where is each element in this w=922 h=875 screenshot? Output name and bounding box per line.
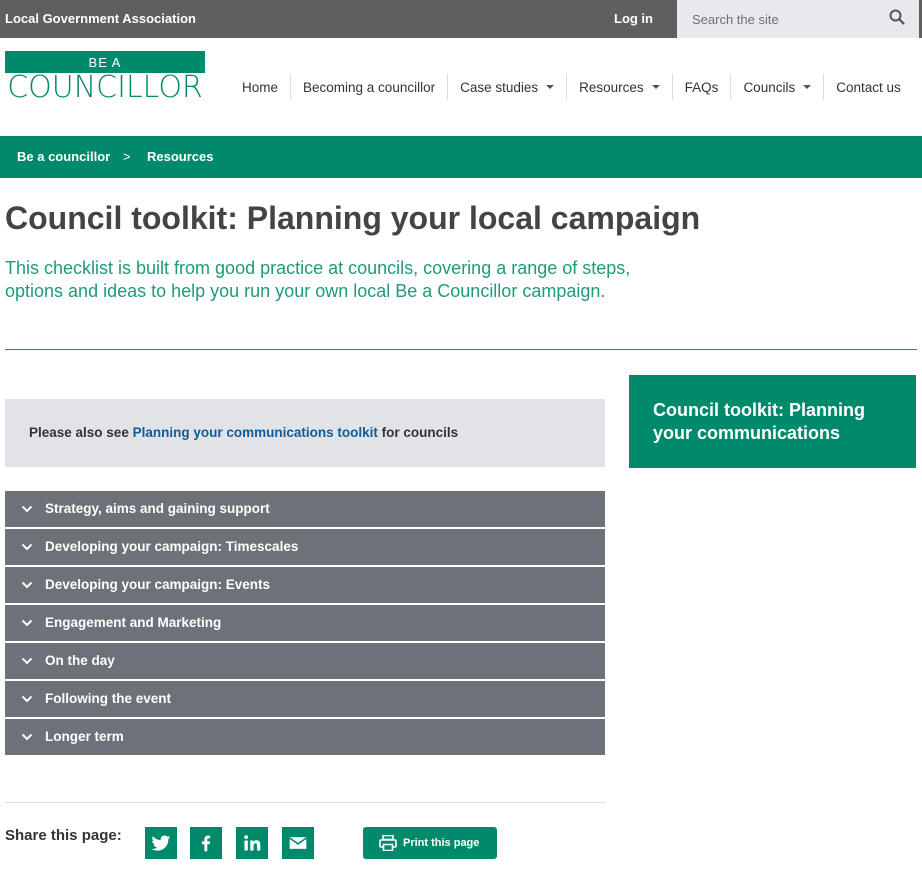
- chevron-down-icon: [21, 733, 33, 741]
- caret-down-icon: [546, 85, 555, 89]
- search-input[interactable]: [677, 0, 877, 38]
- accordion-label: Developing your campaign: Timescales: [45, 539, 299, 554]
- top-bar: Local Government Association Log in: [0, 0, 922, 38]
- linkedin-icon: [244, 835, 261, 851]
- caret-down-icon: [803, 85, 812, 89]
- nav-label: Home: [242, 79, 279, 95]
- accordion-item-engagement[interactable]: Engagement and Marketing: [5, 605, 605, 643]
- accordion-label: Following the event: [45, 691, 172, 706]
- nav-label: Resources: [579, 79, 644, 95]
- notice-box: Please also see Planning your communicat…: [5, 399, 605, 467]
- printer-icon: [379, 835, 397, 851]
- accordion-item-events[interactable]: Developing your campaign: Events: [5, 567, 605, 605]
- nav-label: Councils: [743, 79, 796, 95]
- accordion-label: Developing your campaign: Events: [45, 577, 271, 592]
- nav-label: Case studies: [460, 79, 539, 95]
- nav-label: Becoming a councillor: [303, 79, 436, 95]
- breadcrumb-item-be-a-councillor[interactable]: Be a councillor: [17, 149, 110, 164]
- facebook-share-button[interactable]: [190, 827, 222, 859]
- accordion-label: Engagement and Marketing: [45, 615, 222, 630]
- page-title: Council toolkit: Planning your local cam…: [5, 200, 701, 236]
- notice-prefix: Please also see: [29, 425, 133, 440]
- login-link[interactable]: Log in: [614, 11, 653, 26]
- chevron-down-icon: [21, 619, 33, 627]
- logo-be-a-text: BE A: [88, 55, 122, 70]
- notice-text: Please also see Planning your communicat…: [29, 425, 458, 440]
- accordion-item-following-the-event[interactable]: Following the event: [5, 681, 605, 719]
- card-title: Council toolkit: Planning your communica…: [653, 400, 865, 443]
- accordion-label: Longer term: [45, 729, 124, 744]
- be-a-councillor-logo[interactable]: BE A COUNCILLOR: [5, 51, 205, 103]
- nav-item-case-studies[interactable]: Case studies: [447, 74, 566, 100]
- communications-toolkit-link[interactable]: Planning your communications toolkit: [133, 425, 378, 440]
- nav-item-contact-us[interactable]: Contact us: [823, 74, 913, 100]
- email-icon: [289, 837, 307, 849]
- breadcrumb-item-resources[interactable]: Resources: [147, 149, 213, 164]
- linkedin-share-button[interactable]: [236, 827, 268, 859]
- notice-suffix: for councils: [377, 425, 459, 440]
- chevron-down-icon: [21, 657, 33, 665]
- accordion-item-on-the-day[interactable]: On the day: [5, 643, 605, 681]
- divider: [5, 349, 917, 350]
- communications-toolkit-card[interactable]: Council toolkit: Planning your communica…: [629, 375, 916, 468]
- breadcrumb-separator: >: [123, 149, 131, 164]
- nav-item-faqs[interactable]: FAQs: [671, 74, 731, 100]
- nav-item-becoming-a-councillor[interactable]: Becoming a councillor: [290, 74, 447, 100]
- twitter-icon: [151, 835, 171, 851]
- accordion-label: On the day: [45, 653, 115, 668]
- chevron-down-icon: [21, 695, 33, 703]
- accordion-item-strategy[interactable]: Strategy, aims and gaining support: [5, 491, 605, 529]
- breadcrumb: Be a councillor > Resources: [0, 136, 922, 178]
- divider: [5, 802, 606, 803]
- page-intro: This checklist is built from good practi…: [5, 258, 631, 301]
- search-box: [677, 0, 919, 38]
- nav-label: FAQs: [684, 79, 719, 95]
- chevron-down-icon: [21, 505, 33, 513]
- nav-item-councils[interactable]: Councils: [730, 74, 823, 100]
- main-nav: Home Becoming a councillor Case studies …: [230, 74, 913, 100]
- caret-down-icon: [651, 85, 660, 89]
- chevron-down-icon: [21, 581, 33, 589]
- org-name-link[interactable]: Local Government Association: [5, 11, 196, 26]
- share-label: Share this page:: [5, 827, 122, 844]
- email-share-button[interactable]: [282, 827, 314, 859]
- print-button[interactable]: Print this page: [363, 827, 497, 859]
- accordion-label: Strategy, aims and gaining support: [45, 501, 270, 516]
- accordion-item-longer-term[interactable]: Longer term: [5, 719, 605, 757]
- logo-wordmark: COUNCILLOR: [7, 70, 203, 105]
- twitter-share-button[interactable]: [145, 827, 177, 859]
- chevron-down-icon: [21, 543, 33, 551]
- facebook-icon: [202, 835, 211, 852]
- print-label: Print this page: [403, 837, 480, 849]
- nav-label: Contact us: [836, 79, 901, 95]
- nav-item-home[interactable]: Home: [230, 74, 290, 100]
- accordion: Strategy, aims and gaining support Devel…: [5, 491, 605, 757]
- search-icon[interactable]: [889, 9, 909, 29]
- nav-item-resources[interactable]: Resources: [566, 74, 672, 100]
- accordion-item-timescales[interactable]: Developing your campaign: Timescales: [5, 529, 605, 567]
